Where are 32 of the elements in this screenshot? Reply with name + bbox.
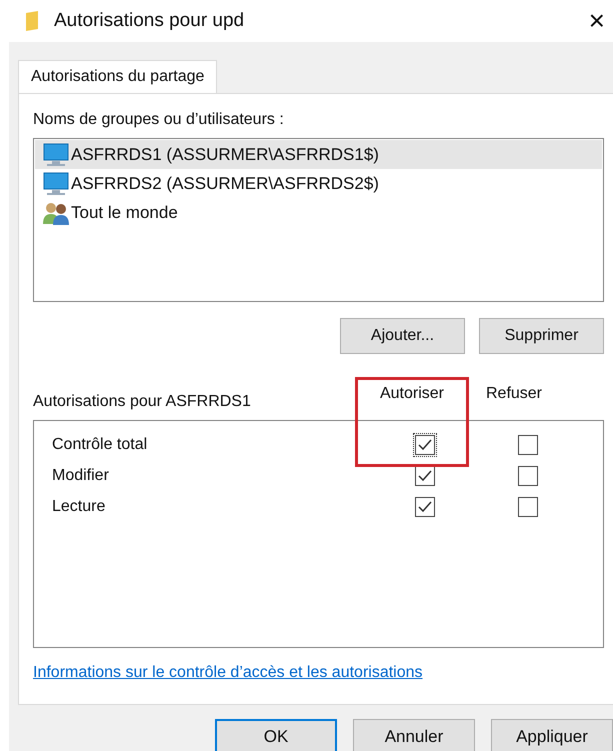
user-list-item[interactable]: Tout le monde (35, 198, 602, 227)
user-action-button[interactable]: Supprimer (479, 318, 604, 354)
dialog-button[interactable]: Annuler (353, 719, 475, 751)
permission-name: Contrôle total (51, 434, 148, 454)
users-icon (43, 200, 69, 224)
permissions-label: Autorisations pour ASFRRDS1 (33, 392, 252, 412)
user-list-item[interactable]: ASFRRDS1 (ASSURMER\ASFRRDS1$) (35, 140, 602, 169)
monitor-icon (43, 172, 69, 196)
tab[interactable]: Autorisations du partage (18, 60, 218, 93)
folder-icon (26, 11, 40, 31)
column-header: Autoriser (378, 384, 446, 404)
dialog-button[interactable]: Appliquer (491, 719, 613, 751)
checkbox[interactable] (414, 434, 436, 456)
checkbox[interactable] (414, 496, 436, 518)
user-action-button[interactable]: Ajouter... (340, 318, 465, 354)
dialog-button[interactable]: OK (215, 719, 337, 751)
user-list-item[interactable]: ASFRRDS2 (ASSURMER\ASFRRDS2$) (35, 169, 602, 198)
column-header: Refuser (484, 384, 544, 404)
permission-name: Modifier (51, 466, 110, 486)
checkmark-icon (418, 470, 432, 482)
help-link[interactable]: Informations sur le contrôle d’accès et les autorisations (33, 661, 604, 685)
checkbox[interactable] (517, 496, 539, 518)
checkmark-icon (418, 500, 432, 512)
checkbox[interactable] (517, 464, 539, 486)
checkbox[interactable] (517, 434, 539, 456)
close-button[interactable]: × (588, 7, 605, 35)
checkmark-icon (418, 438, 432, 450)
monitor-icon (43, 142, 69, 166)
window-title: Autorisations pour upd (54, 8, 244, 33)
users-label: Noms de groupes ou d’utilisateurs : (33, 110, 285, 130)
permission-name: Lecture (51, 496, 106, 516)
checkbox[interactable] (414, 464, 436, 486)
